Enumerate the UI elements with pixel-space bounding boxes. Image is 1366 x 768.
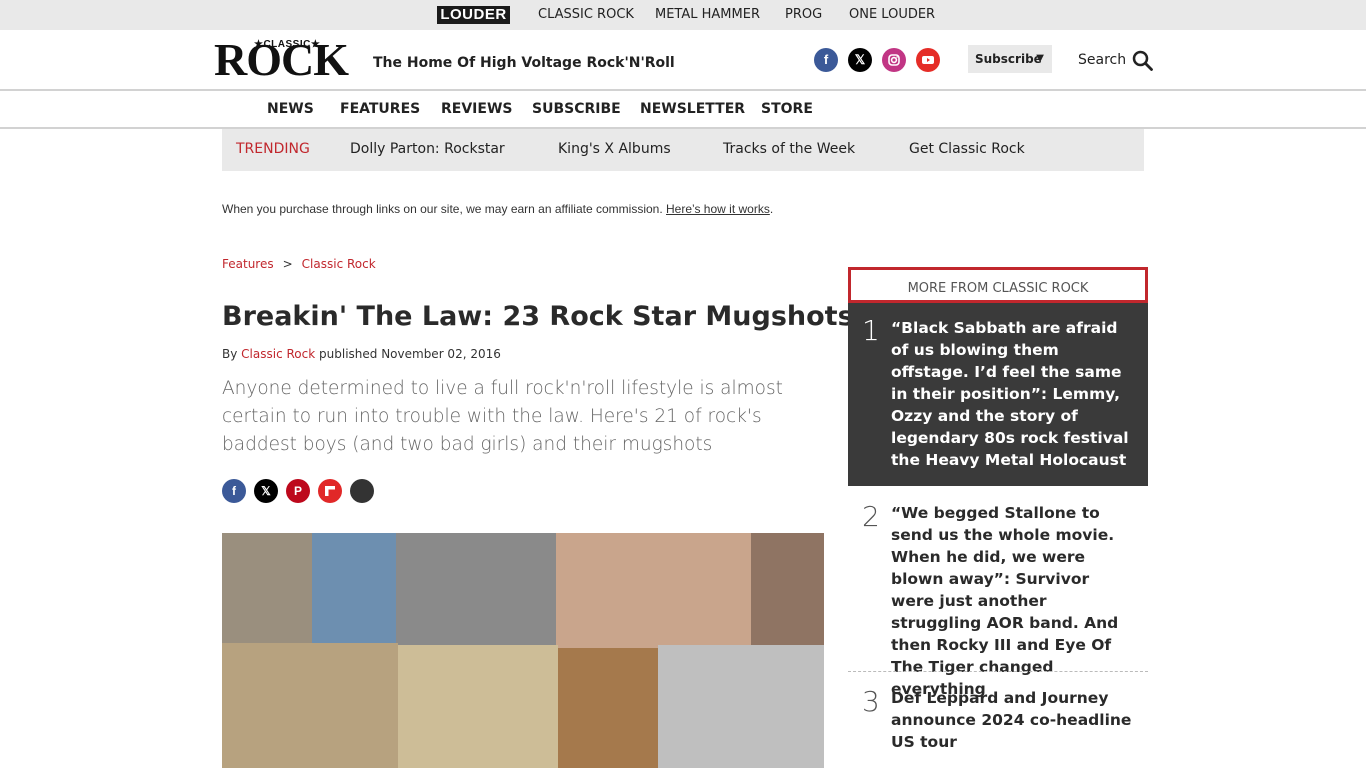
youtube-icon[interactable] [916, 48, 940, 72]
sidebar-rank-3: 3 [862, 685, 880, 718]
nav-features[interactable]: FEATURES [340, 101, 420, 117]
subscribe-label: Subscribe [975, 52, 1042, 66]
breadcrumb-features[interactable]: Features [222, 257, 274, 271]
flipboard-icon[interactable] [318, 479, 342, 503]
more-from-heading-text: MORE FROM CLASSIC ROCK [907, 281, 1089, 296]
search-icon [1132, 50, 1153, 71]
classic-rock-logo[interactable]: ★CLASSIC★ ROCK [214, 34, 359, 85]
search-button[interactable]: Search [1078, 48, 1153, 72]
network-link-one-louder[interactable]: ONE LOUDER [849, 7, 935, 22]
byline-by: By [222, 347, 238, 361]
nav-store[interactable]: STORE [761, 101, 813, 117]
logo-big-text: ROCK [214, 34, 349, 85]
network-link-metal-hammer[interactable]: METAL HAMMER [655, 7, 760, 22]
sidebar-item-1[interactable]: “Black Sabbath are afraid of us blowing … [891, 317, 1135, 471]
facebook-icon[interactable]: f [814, 48, 838, 72]
louder-logo[interactable]: LOUDER [437, 6, 510, 24]
article-hero-image [222, 533, 824, 768]
trending-label: TRENDING [236, 141, 310, 157]
site-tagline: The Home Of High Voltage Rock'N'Roll [373, 55, 675, 71]
network-link-classic-rock[interactable]: CLASSIC ROCK [538, 7, 634, 22]
x-icon[interactable]: 𝕏 [848, 48, 872, 72]
instagram-icon[interactable] [882, 48, 906, 72]
byline-author[interactable]: Classic Rock [241, 347, 315, 361]
article-standfirst: Anyone determined to live a full rock'n'… [222, 378, 783, 455]
byline-published: published November 02, 2016 [319, 347, 501, 361]
x-icon[interactable]: 𝕏 [254, 479, 278, 503]
subscribe-dropdown[interactable]: Subscribe ▼ [968, 45, 1052, 73]
network-link-prog[interactable]: PROG [785, 7, 822, 22]
article-byline: By Classic Rock published November 02, 2… [222, 347, 501, 361]
nav-reviews[interactable]: REVIEWS [441, 101, 512, 117]
sidebar-item-3[interactable]: Def Leppard and Journey announce 2024 co… [891, 687, 1135, 753]
breadcrumb-classic-rock[interactable]: Classic Rock [302, 257, 376, 271]
search-label: Search [1078, 52, 1127, 68]
article-title: Breakin' The Law: 23 Rock Star Mugshots [222, 301, 854, 332]
more-from-heading: MORE FROM CLASSIC ROCK [848, 267, 1148, 303]
nav-news[interactable]: NEWS [267, 101, 314, 117]
trending-item-kings-x[interactable]: King's X Albums [558, 141, 671, 157]
affiliate-how-it-works-link[interactable]: Here’s how it works [666, 202, 770, 216]
trending-item-tracks-of-the-week[interactable]: Tracks of the Week [723, 141, 855, 157]
network-bar: LOUDER CLASSIC ROCK METAL HAMMER PROG ON… [0, 0, 1366, 30]
caret-down-icon: ▼ [1036, 53, 1044, 64]
facebook-icon[interactable]: f [222, 479, 246, 503]
nav-subscribe[interactable]: SUBSCRIBE [532, 101, 621, 117]
trending-item-dolly-parton[interactable]: Dolly Parton: Rockstar [350, 141, 505, 157]
pinterest-icon[interactable]: P [286, 479, 310, 503]
email-icon[interactable] [350, 479, 374, 503]
affiliate-text: When you purchase through links on our s… [222, 202, 663, 216]
breadcrumb-separator: > [282, 257, 293, 271]
trending-item-get-classic-rock[interactable]: Get Classic Rock [909, 141, 1025, 157]
nav-newsletter[interactable]: NEWSLETTER [640, 101, 745, 117]
sidebar-rank-2: 2 [862, 500, 880, 533]
trending-bar: TRENDING Dolly Parton: Rockstar King's X… [222, 129, 1144, 171]
sidebar-divider [848, 671, 1148, 672]
affiliate-notice: When you purchase through links on our s… [222, 202, 773, 216]
sidebar-rank-1: 1 [862, 314, 880, 347]
main-navigation: NEWS FEATURES REVIEWS SUBSCRIBE NEWSLETT… [0, 92, 1366, 129]
affiliate-period: . [769, 202, 774, 216]
breadcrumb: Features > Classic Rock [222, 257, 376, 271]
site-header: ★CLASSIC★ ROCK The Home Of High Voltage … [0, 30, 1366, 91]
